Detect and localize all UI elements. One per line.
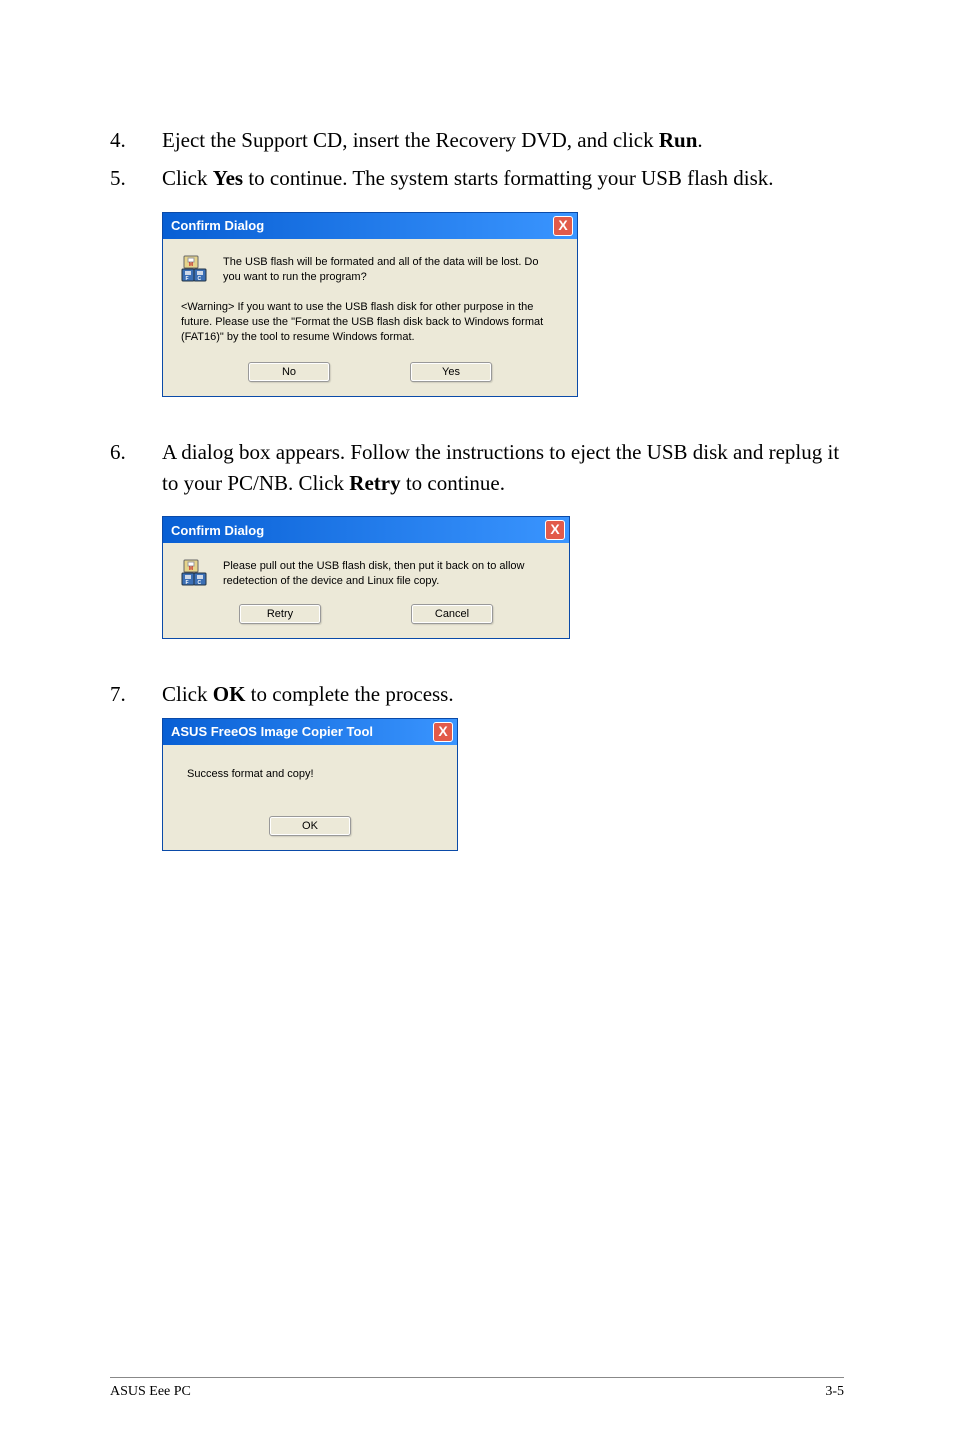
svg-text:M: M [189, 262, 193, 268]
step-pre: Click [162, 682, 213, 706]
dialog-message-row: M F C The USB flash will be formated and… [181, 255, 559, 286]
step-7: 7. Click OK to complete the process. [110, 679, 844, 709]
retry-button[interactable]: Retry [239, 604, 321, 624]
dialog-button-row: OK [181, 816, 439, 836]
step-5: 5. Click Yes to continue. The system sta… [110, 163, 844, 193]
dialog-button-row: Retry Cancel [181, 604, 551, 624]
dialog-message: Please pull out the USB flash disk, then… [223, 559, 551, 589]
disk-icon: M F C [181, 559, 209, 590]
dialog-body: M F C The USB flash will be formated and… [163, 239, 577, 397]
footer-right: 3-5 [825, 1384, 844, 1400]
close-icon[interactable]: X [545, 520, 565, 540]
step-text: Eject the Support CD, insert the Recover… [162, 125, 844, 155]
dialog-success: ASUS FreeOS Image Copier Tool X Success … [162, 718, 844, 851]
step-6: 6. A dialog box appears. Follow the inst… [110, 437, 844, 498]
ok-button[interactable]: OK [269, 816, 351, 836]
dialog-window: Confirm Dialog X M F C [162, 516, 570, 639]
dialog-message: Success format and copy! [187, 767, 439, 782]
step-pre: Click [162, 166, 213, 190]
step-post: to continue. [401, 471, 505, 495]
svg-text:C: C [198, 276, 202, 282]
cancel-button[interactable]: Cancel [411, 604, 493, 624]
step-text: Click OK to complete the process. [162, 679, 844, 709]
step-bold: Yes [213, 166, 243, 190]
no-button[interactable]: No [248, 362, 330, 382]
dialog-window: Confirm Dialog X M F C [162, 212, 578, 398]
step-bold: OK [213, 682, 246, 706]
close-icon[interactable]: X [553, 216, 573, 236]
dialog-warning: <Warning> If you want to use the USB fla… [181, 300, 559, 345]
step-number: 4. [110, 125, 162, 155]
step-number: 7. [110, 679, 162, 709]
dialog-message-row: M F C Please pull out the USB flash disk… [181, 559, 551, 590]
svg-text:M: M [189, 566, 193, 572]
step-text: A dialog box appears. Follow the instruc… [162, 437, 844, 498]
step-bold: Retry [349, 471, 400, 495]
step-post: to complete the process. [245, 682, 453, 706]
step-bold: Run [659, 128, 698, 152]
svg-text:F: F [186, 580, 189, 586]
dialog-message: The USB flash will be formated and all o… [223, 255, 559, 285]
dialog-confirm-format: Confirm Dialog X M F C [162, 212, 844, 398]
step-text: Click Yes to continue. The system starts… [162, 163, 844, 193]
dialog-body: M F C Please pull out the USB flash disk… [163, 543, 569, 638]
step-number: 5. [110, 163, 162, 193]
dialog-titlebar: Confirm Dialog X [163, 517, 569, 543]
step-post: . [697, 128, 702, 152]
step-4: 4. Eject the Support CD, insert the Reco… [110, 125, 844, 155]
svg-text:C: C [198, 580, 202, 586]
step-number: 6. [110, 437, 162, 467]
close-icon[interactable]: X [433, 722, 453, 742]
dialog-confirm-replug: Confirm Dialog X M F C [162, 516, 844, 639]
dialog-window: ASUS FreeOS Image Copier Tool X Success … [162, 718, 458, 851]
disk-icon: M F C [181, 255, 209, 286]
svg-text:F: F [186, 276, 189, 282]
footer-left: ASUS Eee PC [110, 1384, 191, 1400]
dialog-titlebar: ASUS FreeOS Image Copier Tool X [163, 719, 457, 745]
dialog-button-row: No Yes [181, 362, 559, 382]
page-footer: ASUS Eee PC 3-5 [110, 1377, 844, 1400]
dialog-body: Success format and copy! OK [163, 745, 457, 850]
dialog-title: Confirm Dialog [171, 218, 264, 233]
dialog-title: Confirm Dialog [171, 523, 264, 538]
step-pre: Eject the Support CD, insert the Recover… [162, 128, 659, 152]
dialog-title: ASUS FreeOS Image Copier Tool [171, 724, 373, 739]
yes-button[interactable]: Yes [410, 362, 492, 382]
step-post: to continue. The system starts formattin… [243, 166, 773, 190]
dialog-titlebar: Confirm Dialog X [163, 213, 577, 239]
